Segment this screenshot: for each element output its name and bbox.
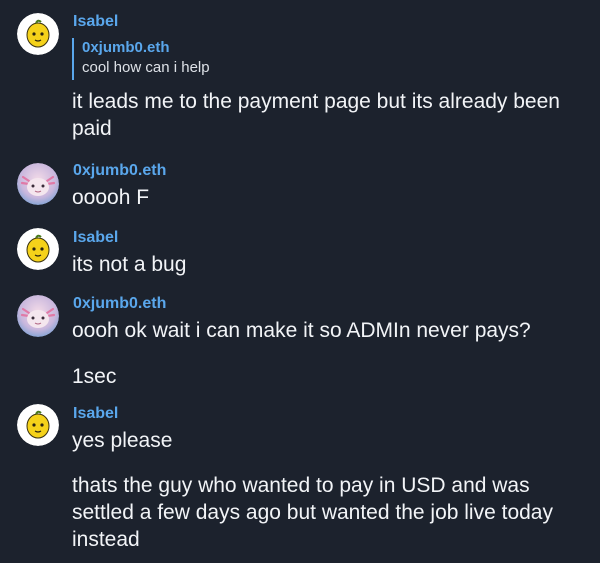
axolotl-avatar-icon[interactable] xyxy=(17,295,59,337)
message-text: its not a bug xyxy=(72,253,187,276)
reply-quote[interactable]: 0xjumb0.eth cool how can i help xyxy=(72,38,210,80)
sender-name[interactable]: 0xjumb0.eth xyxy=(73,295,166,313)
sender-name[interactable]: Isabel xyxy=(73,229,118,247)
sender-name[interactable]: Isabel xyxy=(73,405,118,423)
reply-text: cool how can i help xyxy=(82,59,210,76)
message-text: yes please xyxy=(72,429,173,452)
axolotl-avatar-icon[interactable] xyxy=(17,163,59,205)
message-text: 1sec xyxy=(72,365,117,388)
sender-name[interactable]: Isabel xyxy=(73,13,118,31)
lemon-avatar-icon[interactable] xyxy=(17,404,59,446)
message-text: thats the guy who wanted to pay in USD a… xyxy=(72,474,553,551)
chat-message-list: Isabel 0xjumb0.eth cool how can i help i… xyxy=(0,0,600,563)
message-text: it leads me to the payment page but its … xyxy=(72,90,560,140)
reply-sender-name: 0xjumb0.eth xyxy=(82,39,170,56)
message-text: ooooh F xyxy=(72,186,150,209)
lemon-avatar-icon[interactable] xyxy=(17,13,59,55)
lemon-avatar-icon[interactable] xyxy=(17,228,59,270)
message-text: oooh ok wait i can make it so ADMIn neve… xyxy=(72,319,531,342)
sender-name[interactable]: 0xjumb0.eth xyxy=(73,162,166,180)
